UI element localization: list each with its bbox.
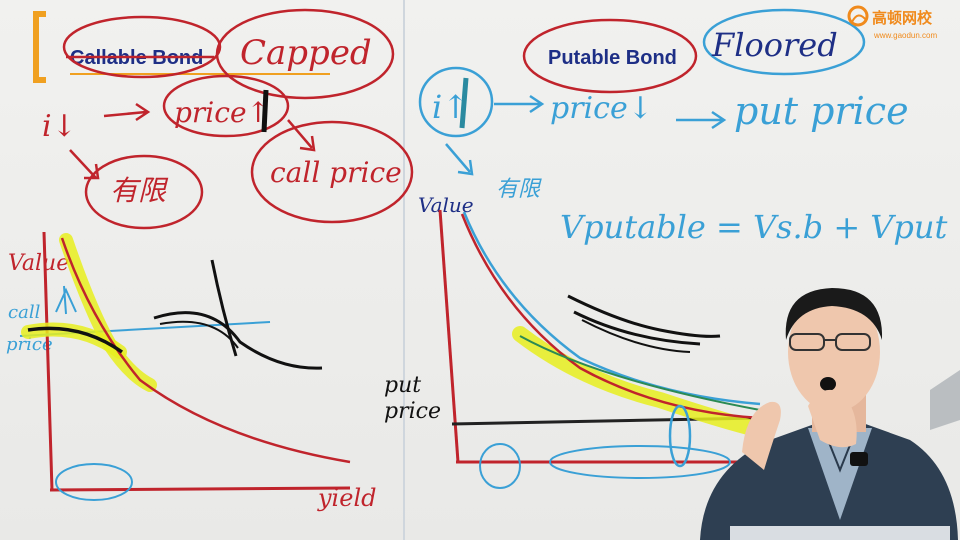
yield-axis-label: yield [317,484,376,512]
highlight-stroke [59,233,157,392]
put-label: put [384,373,421,398]
microphone-icon [820,377,836,391]
i-down-label: i↓ [42,109,77,144]
left-x-axis [49,486,351,492]
sketch-stroke-4 [567,294,721,338]
bracket-icon [33,11,46,83]
limited-cn-label-2: 有限 [496,177,542,202]
putable-bond-title: Putable Bond [548,47,677,69]
logo-url: www.gaodun.com [873,31,937,40]
background-shape [930,370,960,430]
call-axis-label: call [8,302,41,323]
formula-label: Vputable = Vs.b + Vput [560,208,948,246]
logo-name: 高顿网校 [872,9,933,27]
delta-mark [55,285,77,315]
wristwatch-icon [850,452,868,466]
arrow-right-icon [103,102,151,122]
call-price-label: call price [270,156,402,189]
presenter-desk [730,526,950,540]
arrow-right-icon-2 [494,94,545,114]
limited-cn-label: 有限 [110,174,169,207]
whiteboard-canvas: Callable Bond Capped i↓ price↑ 有限 call p… [6,0,960,540]
put-price-label: put price [734,89,909,133]
capped-label: Capped [240,33,372,73]
price-up-label: price↑ [174,96,270,129]
presenter-figure [700,288,960,540]
price-label: price [384,399,441,424]
arrow-right-icon-3 [676,110,727,130]
blue-circle [55,463,133,501]
price-down-label: price↓ [550,91,653,126]
sketch-stroke-5 [573,310,701,346]
arrow-down-icon-3 [445,143,474,176]
blue-circle-3 [479,443,521,489]
blue-circle-2 [668,404,692,468]
lecture-video-frame: Callable Bond Capped i↓ price↑ 有限 call p… [0,0,960,540]
marker-stroke [261,89,269,133]
value-axis-label: Value [8,251,69,276]
floored-label: Floored [711,26,838,64]
